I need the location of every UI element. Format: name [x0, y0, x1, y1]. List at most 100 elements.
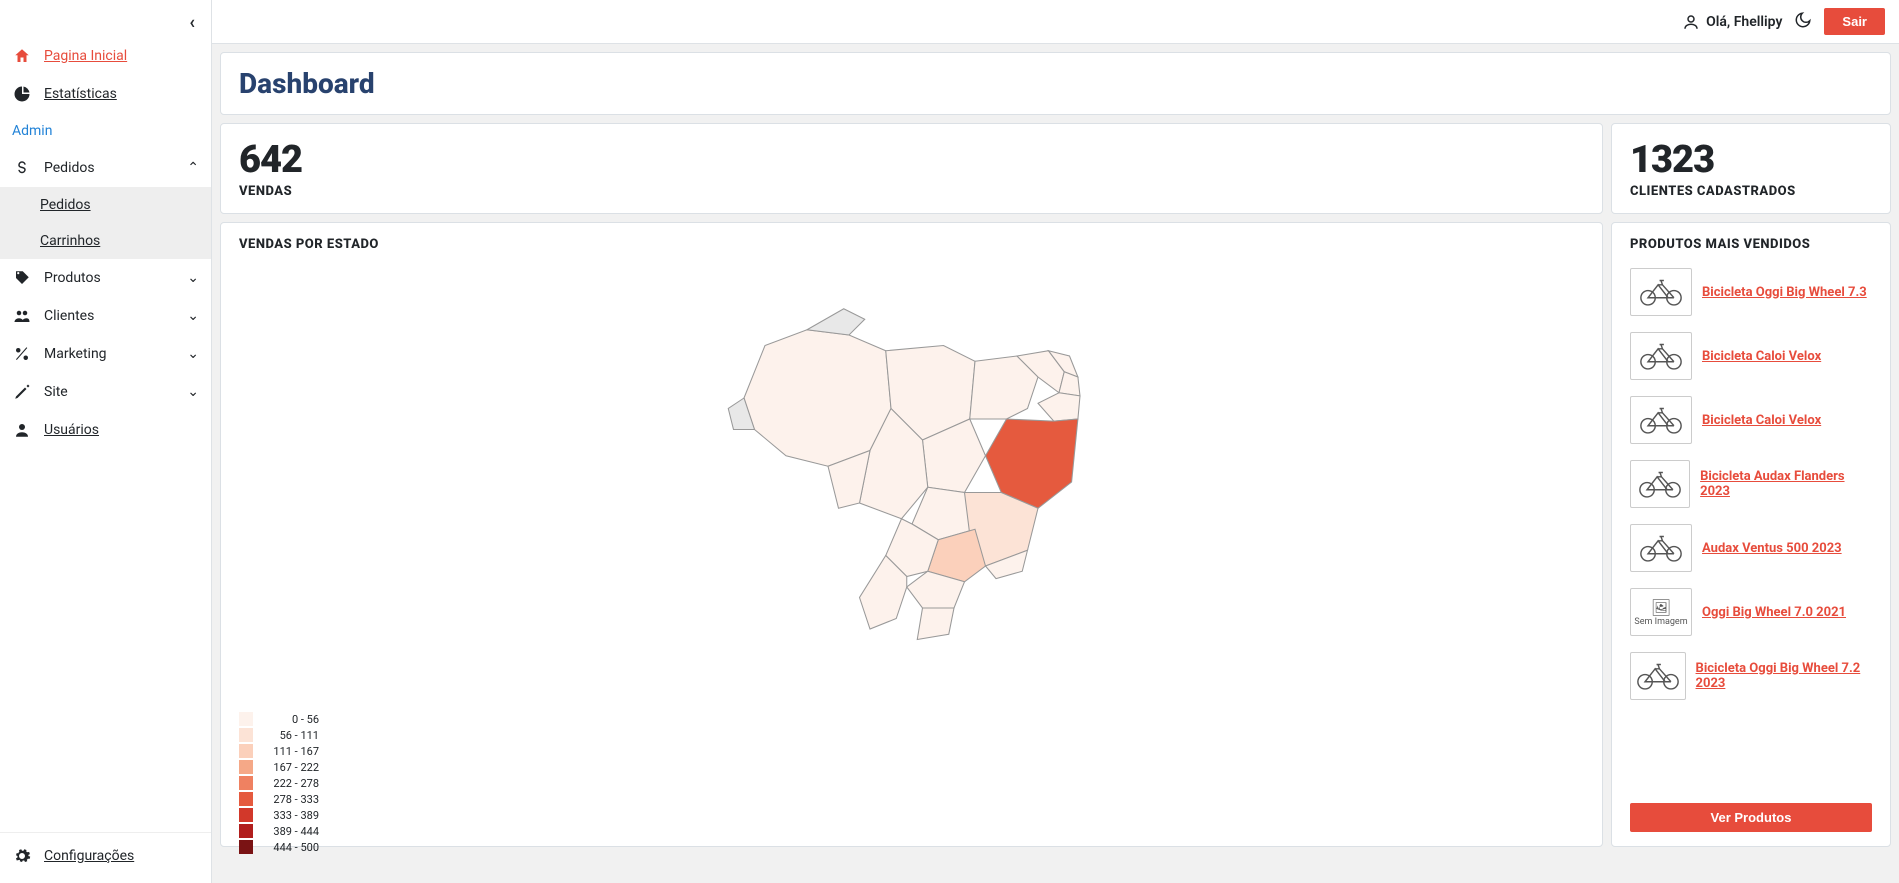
legend-row: 56 - 111 — [239, 727, 1584, 743]
sidebar-label-config: Configurações — [44, 848, 134, 864]
chevron-down-icon: ⌄ — [187, 270, 199, 286]
sidebar-label-clientes: Clientes — [44, 308, 94, 324]
pen-icon — [12, 383, 32, 401]
legend-range: 111 - 167 — [259, 745, 319, 758]
clients-count: 1323 — [1630, 138, 1872, 182]
collapse-sidebar-icon[interactable]: ‹ — [189, 12, 195, 33]
topbar: Olá, Fhellipy Sair — [212, 0, 1899, 44]
sidebar-subitem-pedidos[interactable]: Pedidos — [0, 187, 211, 223]
image-placeholder-icon: 🖼 — [1651, 598, 1671, 617]
chevron-down-icon: ⌄ — [187, 384, 199, 400]
top-products-card: PRODUTOS MAIS VENDIDOS Bicicleta Oggi Bi… — [1611, 222, 1891, 847]
legend-range: 0 - 56 — [259, 713, 319, 726]
legend-swatch — [239, 760, 253, 774]
map-legend: 0 - 56 56 - 111 111 - 167 167 - 222 222 - 27… — [239, 703, 1584, 855]
sidebar-label-pedidos: Pedidos — [44, 160, 95, 176]
logout-button[interactable]: Sair — [1824, 8, 1885, 35]
page-title-card: Dashboard — [220, 52, 1891, 115]
sidebar-item-produtos[interactable]: Produtos ⌄ — [0, 259, 211, 297]
tag-icon — [12, 269, 32, 287]
legend-range: 389 - 444 — [259, 825, 319, 838]
legend-range: 167 - 222 — [259, 761, 319, 774]
legend-swatch — [239, 744, 253, 758]
legend-swatch — [239, 840, 253, 854]
sales-by-state-card: VENDAS POR ESTADO — [220, 222, 1603, 847]
product-link[interactable]: Bicicleta Caloi Velox — [1702, 413, 1821, 428]
see-products-button[interactable]: Ver Produtos — [1630, 803, 1872, 832]
product-link[interactable]: Bicicleta Caloi Velox — [1702, 349, 1821, 364]
legend-swatch — [239, 712, 253, 726]
chevron-down-icon: ⌄ — [187, 346, 199, 362]
legend-swatch — [239, 824, 253, 838]
sales-label: VENDAS — [239, 184, 1584, 199]
legend-row: 333 - 389 — [239, 807, 1584, 823]
product-link[interactable]: Bicicleta Oggi Big Wheel 7.3 — [1702, 285, 1867, 300]
sidebar: ‹ Pagina Inicial Estatísticas Admin — [0, 0, 212, 883]
no-image-label: Sem Imagem — [1634, 617, 1687, 627]
product-item: Bicicleta Caloi Velox — [1630, 388, 1872, 452]
chevron-up-icon: ⌃ — [187, 160, 199, 176]
product-item: Bicicleta Oggi Big Wheel 7.2 2023 — [1630, 644, 1872, 708]
legend-range: 333 - 389 — [259, 809, 319, 822]
legend-row: 111 - 167 — [239, 743, 1584, 759]
product-thumb-no-image: 🖼Sem Imagem — [1630, 588, 1692, 636]
greeting-text: Olá, Fhellipy — [1706, 14, 1782, 30]
product-item: Bicicleta Caloi Velox — [1630, 324, 1872, 388]
sidebar-item-clientes[interactable]: Clientes ⌄ — [0, 297, 211, 335]
sidebar-label-site: Site — [44, 384, 68, 400]
sidebar-item-pedidos[interactable]: Pedidos ⌃ — [0, 149, 211, 187]
sidebar-item-usuarios[interactable]: Usuários — [0, 411, 211, 449]
sales-stat-card: 642 VENDAS — [220, 123, 1603, 214]
sidebar-subitem-carrinhos[interactable]: Carrinhos — [0, 223, 211, 259]
sidebar-section-admin: Admin — [0, 113, 211, 149]
sidebar-label-usuarios: Usuários — [44, 422, 99, 438]
legend-swatch — [239, 776, 253, 790]
sidebar-item-config[interactable]: Configurações — [0, 837, 211, 875]
legend-range: 56 - 111 — [259, 729, 319, 742]
product-thumb — [1630, 268, 1692, 316]
product-thumb — [1630, 396, 1692, 444]
legend-swatch — [239, 728, 253, 742]
legend-range: 222 - 278 — [259, 777, 319, 790]
sidebar-label-stats: Estatísticas — [44, 86, 117, 102]
product-thumb — [1630, 652, 1686, 700]
product-thumb — [1630, 524, 1692, 572]
pie-chart-icon — [12, 85, 32, 103]
dollar-icon — [12, 159, 32, 177]
map-title: VENDAS POR ESTADO — [239, 237, 1584, 252]
sidebar-item-stats[interactable]: Estatísticas — [0, 75, 211, 113]
home-icon — [12, 47, 32, 65]
product-link[interactable]: Audax Ventus 500 2023 — [1702, 541, 1842, 556]
legend-range: 444 - 500 — [259, 841, 319, 854]
chevron-down-icon: ⌄ — [187, 308, 199, 324]
users-icon — [12, 307, 32, 325]
percent-icon — [12, 345, 32, 363]
legend-row: 222 - 278 — [239, 775, 1584, 791]
legend-range: 278 - 333 — [259, 793, 319, 806]
sidebar-label-home: Pagina Inicial — [44, 48, 127, 64]
dark-mode-toggle-icon[interactable] — [1794, 11, 1812, 33]
product-link[interactable]: Bicicleta Oggi Big Wheel 7.2 2023 — [1696, 661, 1872, 691]
product-thumb — [1630, 460, 1690, 508]
user-outline-icon — [1682, 13, 1700, 31]
sidebar-item-marketing[interactable]: Marketing ⌄ — [0, 335, 211, 373]
sidebar-label-marketing: Marketing — [44, 346, 107, 362]
user-greeting: Olá, Fhellipy — [1682, 13, 1782, 31]
top-products-title: PRODUTOS MAIS VENDIDOS — [1630, 237, 1872, 252]
legend-row: 444 - 500 — [239, 839, 1584, 855]
legend-row: 389 - 444 — [239, 823, 1584, 839]
legend-row: 278 - 333 — [239, 791, 1584, 807]
user-icon — [12, 421, 32, 439]
sidebar-label-produtos: Produtos — [44, 270, 101, 286]
product-thumb — [1630, 332, 1692, 380]
product-link[interactable]: Oggi Big Wheel 7.0 2021 — [1702, 605, 1846, 620]
sidebar-item-site[interactable]: Site ⌄ — [0, 373, 211, 411]
product-item: Bicicleta Oggi Big Wheel 7.3 — [1630, 260, 1872, 324]
gear-icon — [12, 847, 32, 865]
sales-count: 642 — [239, 138, 1584, 182]
clients-label: CLIENTES CADASTRADOS — [1630, 184, 1872, 199]
product-link[interactable]: Bicicleta Audax Flanders 2023 — [1700, 469, 1872, 499]
page-title: Dashboard — [239, 67, 1872, 100]
legend-swatch — [239, 808, 253, 822]
sidebar-item-home[interactable]: Pagina Inicial — [0, 37, 211, 75]
